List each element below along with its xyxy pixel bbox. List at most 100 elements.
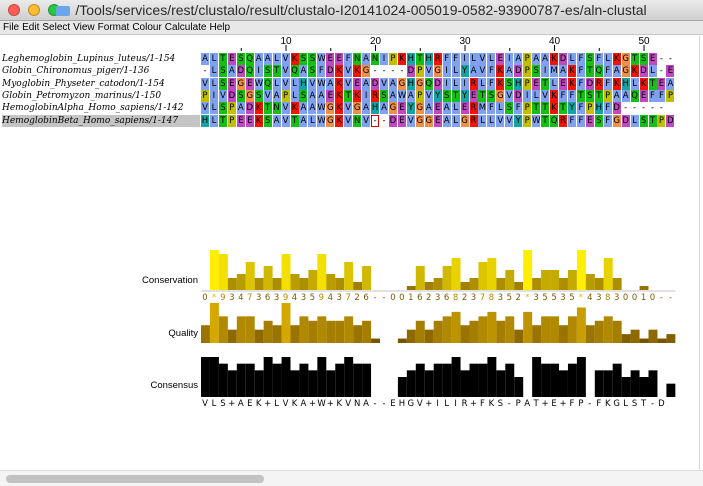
conservation-bar (236, 274, 246, 290)
consensus-residue: A (237, 399, 244, 409)
quality-bar (567, 316, 577, 343)
conservation-bar (612, 278, 622, 290)
conservation-bar (469, 278, 479, 290)
consensus-residue: K (255, 399, 262, 409)
quality-bar (433, 320, 443, 343)
conservation-bar (541, 270, 551, 290)
conservation-symbol: 1 (640, 293, 647, 303)
consensus-residue: W (317, 399, 326, 409)
consensus-bar (541, 363, 551, 397)
consensus-bar (487, 357, 497, 397)
consensus-residue: F (569, 399, 575, 409)
conservation-symbol: 9 (318, 293, 325, 303)
quality-bar (424, 329, 434, 343)
conservation-bar (415, 266, 425, 290)
conservation-bar (567, 270, 577, 290)
consensus-bar (344, 357, 354, 397)
conservation-symbol: 3 (596, 293, 602, 303)
quality-bar (335, 320, 345, 343)
quality-bar (559, 325, 568, 343)
conservation-symbol: - (373, 293, 377, 303)
conservation-symbol: 8 (605, 293, 611, 303)
conservation-bar (227, 278, 237, 290)
consensus-residue: S (631, 399, 638, 409)
conservation-symbol: 3 (533, 293, 539, 303)
conservation-bar (460, 282, 470, 290)
quality-bar (469, 320, 479, 343)
consensus-bar (406, 370, 416, 397)
consensus-bar (648, 370, 658, 397)
conservation-symbol: 3 (434, 293, 441, 303)
quality-bar (585, 325, 595, 343)
quality-bar (326, 320, 336, 343)
conservation-symbol: 7 (247, 293, 253, 303)
consensus-bar (290, 370, 300, 397)
conservation-symbol: 2 (515, 293, 521, 303)
quality-bar (666, 334, 676, 343)
conservation-symbol: 0 (622, 293, 629, 303)
horizontal-scrollbar-thumb[interactable] (6, 475, 264, 483)
consensus-bar (639, 377, 649, 397)
conservation-symbol: - (668, 293, 672, 303)
quality-bar (630, 329, 640, 343)
consensus-bar (317, 357, 327, 397)
consensus-bar (201, 357, 210, 397)
consensus-residue: F (596, 399, 602, 409)
conservation-bar (281, 254, 291, 290)
conservation-bar (406, 286, 416, 290)
consensus-residue: K (604, 399, 611, 409)
conservation-symbol: 0 (649, 293, 656, 303)
horizontal-scrollbar[interactable] (0, 470, 703, 486)
conservation-symbol: 3 (273, 293, 280, 303)
quality-bar (290, 325, 300, 343)
conservation-symbol: 3 (470, 293, 477, 303)
conservation-symbol: 1 (408, 293, 414, 303)
conservation-bar (254, 278, 264, 290)
conservation-symbol: - (659, 293, 663, 303)
conservation-symbol: 0 (631, 293, 638, 303)
quality-bar (487, 311, 497, 343)
quality-bar (281, 303, 291, 343)
consensus-bar (254, 370, 264, 397)
conservation-bar (317, 254, 327, 290)
consensus-residue: V (282, 399, 289, 409)
conservation-bar (362, 266, 372, 290)
consensus-residue: E (390, 399, 396, 409)
consensus-bar (209, 357, 219, 397)
consensus-residue: + (469, 399, 478, 409)
consensus-residue: + (541, 399, 549, 409)
conservation-symbol: 3 (229, 293, 235, 303)
consensus-bar (433, 363, 443, 397)
conservation-bar (218, 254, 228, 290)
consensus-residue: I (454, 399, 457, 409)
quality-bar (254, 329, 264, 343)
quality-bar (406, 329, 416, 343)
consensus-bar (272, 363, 282, 397)
quality-bar (209, 303, 219, 343)
conservation-bar (326, 274, 336, 290)
consensus-bar (621, 377, 631, 397)
conservation-symbol: 2 (461, 293, 468, 303)
consensus-residue: + (228, 399, 236, 409)
consensus-bar (594, 370, 604, 397)
consensus-bar (469, 363, 479, 397)
conservation-bar (576, 250, 586, 290)
consensus-residue: S (220, 399, 226, 409)
conservation-symbol: 6 (443, 293, 450, 303)
consensus-bar (451, 357, 461, 397)
consensus-bar (424, 370, 434, 397)
quality-bar (272, 325, 282, 343)
quality-bar (236, 316, 246, 343)
conservation-bar (603, 258, 613, 290)
conservation-symbol: 0 (390, 293, 396, 303)
quality-bar (353, 325, 363, 343)
conservation-symbol: 3 (497, 293, 504, 303)
consensus-residue: + (559, 399, 567, 409)
conservation-bar (442, 266, 452, 290)
quality-bar (514, 329, 524, 343)
quality-bar (362, 320, 372, 343)
quality-bar (532, 325, 542, 343)
consensus-residue: - (507, 399, 511, 409)
consensus-residue: K (336, 399, 343, 409)
conservation-symbol: 5 (542, 293, 548, 303)
